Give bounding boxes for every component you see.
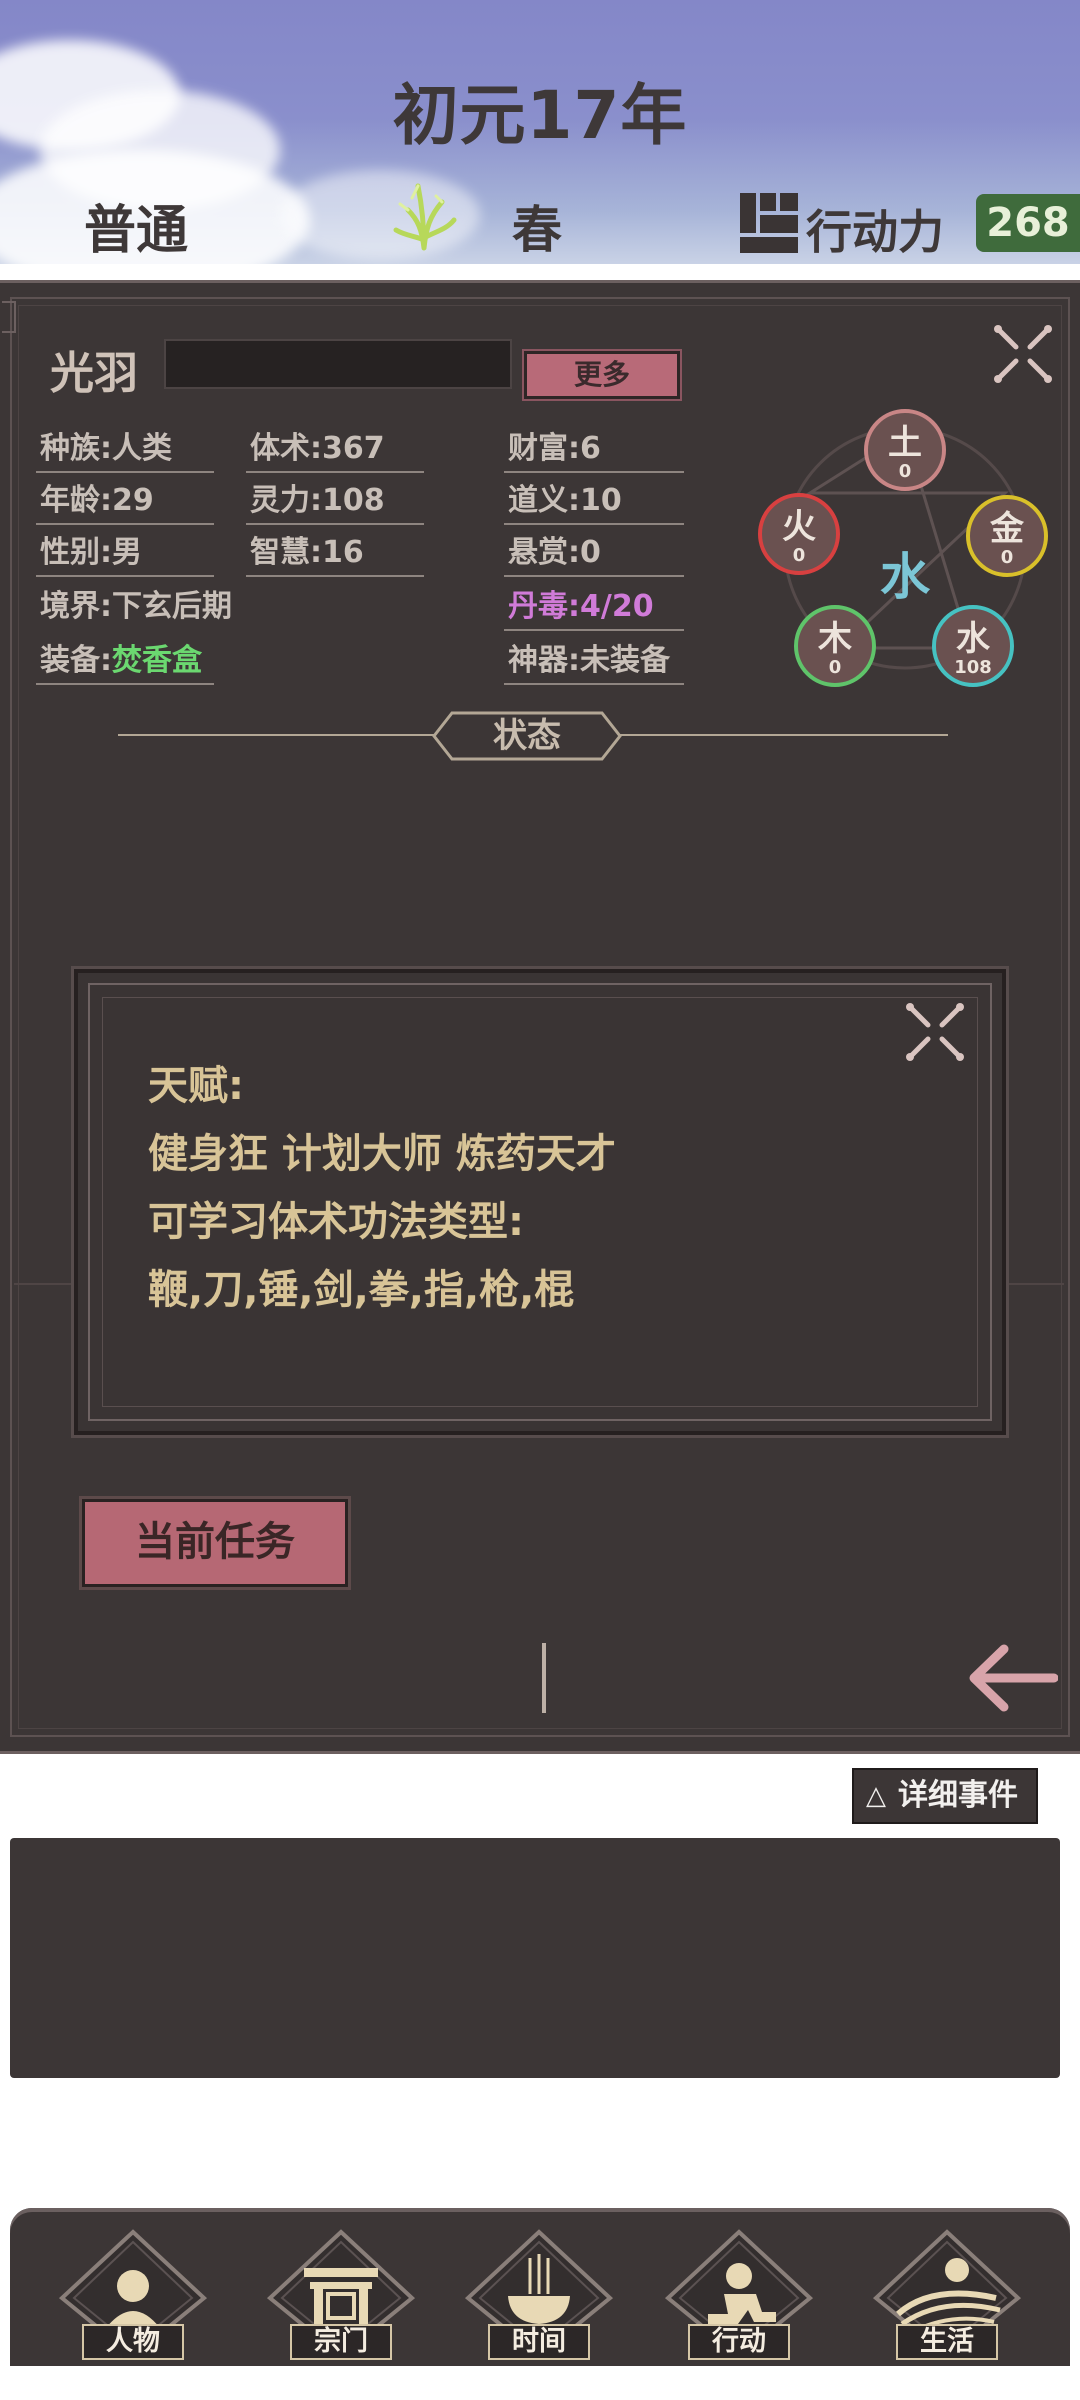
martial-types-heading: 可学习体术功法类型: xyxy=(148,1199,524,1245)
stat-righteousness: 道义:10 xyxy=(504,481,684,525)
detail-events-label: 详细事件 xyxy=(898,1778,1018,1813)
stat-artifact[interactable]: 神器:未装备 xyxy=(504,641,684,685)
current-task-button[interactable]: 当前任务 xyxy=(82,1499,348,1587)
wuxing-earth[interactable]: 土 0 xyxy=(864,409,946,491)
wuxing-metal[interactable]: 金 0 xyxy=(966,495,1048,577)
nav-sect-label: 宗门 xyxy=(290,2324,392,2360)
wuxing-fire-value: 0 xyxy=(792,545,806,566)
stat-bounty: 悬赏:0 xyxy=(504,533,684,577)
wuxing-earth-value: 0 xyxy=(898,461,912,482)
action-power-label: 行动力 xyxy=(806,205,944,259)
event-log[interactable] xyxy=(10,1838,1060,2078)
status-section-title[interactable]: 状态 xyxy=(432,711,622,761)
detail-events-button[interactable]: △ 详细事件 xyxy=(852,1768,1038,1824)
talent-list: 健身狂 计划大师 炼药天才 xyxy=(148,1131,616,1177)
character-title-bar xyxy=(164,339,512,389)
more-button[interactable]: 更多 xyxy=(524,351,680,399)
triangle-icon: △ xyxy=(866,1781,886,1811)
stat-spirit: 灵力:108 xyxy=(246,481,424,525)
stat-race: 种族:人类 xyxy=(36,429,214,473)
nav-time-label: 时间 xyxy=(488,2324,590,2360)
stat-wealth: 财富:6 xyxy=(504,429,684,473)
scroll-indicator xyxy=(542,1643,546,1713)
equipment-label: 装备: xyxy=(40,643,112,678)
wuxing-wood[interactable]: 木 0 xyxy=(794,605,876,687)
nav-character-label: 人物 xyxy=(82,2324,184,2360)
nav-sect[interactable]: 宗门 xyxy=(266,2228,416,2360)
corner-ornament xyxy=(2,301,16,333)
popup-close-icon[interactable] xyxy=(904,1001,966,1063)
status-divider-right xyxy=(618,734,948,736)
stat-gender: 性别:男 xyxy=(36,533,214,577)
wuxing-fire[interactable]: 火 0 xyxy=(758,493,840,575)
stat-pill-toxin: 丹毒:4/20 xyxy=(504,587,684,631)
nav-action-label: 行动 xyxy=(688,2324,790,2360)
talent-popup: 天赋: 健身狂 计划大师 炼药天才 可学习体术功法类型: 鞭,刀,锤,剑,拳,指… xyxy=(74,969,1006,1435)
stat-age: 年龄:29 xyxy=(36,481,214,525)
difficulty-label[interactable]: 普通 xyxy=(84,188,188,263)
wuxing-fire-char: 火 xyxy=(782,507,816,547)
wuxing-wood-value: 0 xyxy=(828,657,842,678)
wuxing-metal-value: 0 xyxy=(1000,547,1014,568)
wuxing-water[interactable]: 水 108 xyxy=(932,605,1014,687)
equipment-value: 焚香盒 xyxy=(112,643,202,678)
wuxing-metal-char: 金 xyxy=(990,509,1024,549)
wuxing-wood-char: 木 xyxy=(818,619,852,659)
talent-heading: 天赋: xyxy=(148,1063,244,1109)
martial-types-list: 鞭,刀,锤,剑,拳,指,枪,棍 xyxy=(148,1267,575,1313)
nav-time[interactable]: 时间 xyxy=(464,2228,614,2360)
stat-realm: 境界:下玄后期 xyxy=(40,589,232,624)
close-icon[interactable] xyxy=(992,323,1054,385)
wuxing-earth-char: 土 xyxy=(888,423,922,463)
stat-wisdom: 智慧:16 xyxy=(246,533,424,577)
season-label: 春 xyxy=(512,201,562,259)
wuxing-water-value: 108 xyxy=(954,657,992,678)
top-header: 初元17年 普通 春 行动力 268 xyxy=(0,0,1080,264)
wuxing-water-char: 水 xyxy=(956,619,990,659)
character-name: 光羽 xyxy=(50,348,138,399)
action-power-icon xyxy=(740,193,798,253)
stat-equipment[interactable]: 装备:焚香盒 xyxy=(36,641,214,685)
nav-character[interactable]: 人物 xyxy=(58,2228,208,2360)
stat-body-art: 体术:367 xyxy=(246,429,424,473)
nav-action[interactable]: 行动 xyxy=(664,2228,814,2360)
status-divider-left xyxy=(118,734,436,736)
wuxing-center-element: 水 xyxy=(880,548,930,606)
action-power-value: 268 xyxy=(976,194,1080,252)
nav-life-label: 生活 xyxy=(896,2324,998,2360)
year-title: 初元17年 xyxy=(392,77,688,154)
nav-life[interactable]: 生活 xyxy=(872,2228,1022,2360)
spring-sprout-icon xyxy=(393,183,457,251)
character-panel: 光羽 更多 种族:人类 年龄:29 性别:男 境界:下玄后期 装备:焚香盒 体术… xyxy=(0,280,1080,1754)
back-arrow-icon[interactable] xyxy=(968,1643,1058,1713)
